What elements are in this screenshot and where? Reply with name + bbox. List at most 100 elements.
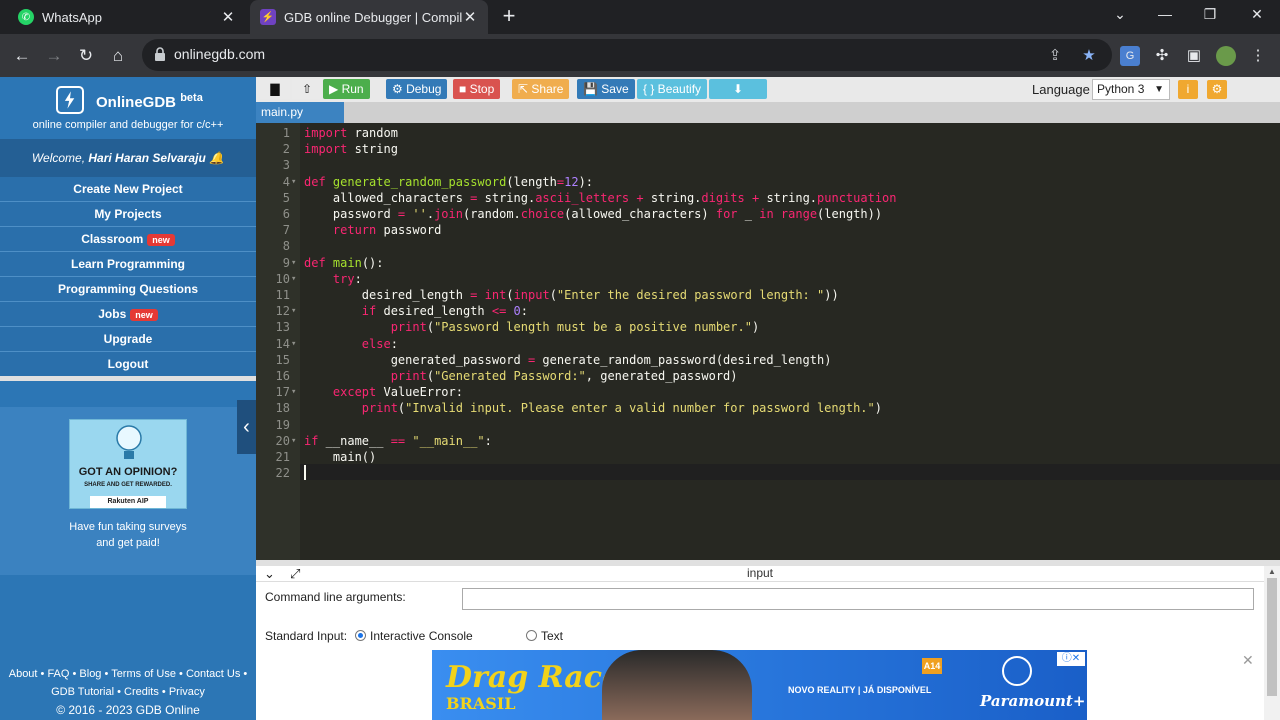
close-icon[interactable]: ✕ xyxy=(462,8,478,26)
sidebar-item-jobs[interactable]: Jobs new xyxy=(0,302,256,327)
tab-whatsapp[interactable]: ✆ WhatsApp ✕ xyxy=(8,0,246,34)
code-editor[interactable]: 1 2 3 4 ▾ 5 6 7 8 9 ▾ 10 ▾ 11 12 ▾ 13 14 ▾ 15… xyxy=(256,123,1280,560)
new-badge: new xyxy=(147,234,175,246)
footer-links[interactable]: About • FAQ • Blog • Terms of Use • Cont… xyxy=(0,665,256,683)
sidebar-item-upgrade[interactable]: Upgrade xyxy=(0,327,256,352)
username: Hari Haran Selvaraju xyxy=(88,151,206,165)
extensions-icon[interactable]: ✣ xyxy=(1152,46,1172,66)
whatsapp-icon: ✆ xyxy=(18,9,34,25)
bolt-icon xyxy=(56,86,84,114)
chevron-down-icon[interactable]: ⌄ xyxy=(1110,6,1130,23)
sidebar-menu: Create New Project My Projects Classroom… xyxy=(0,177,256,377)
upload-icon[interactable]: ⇧ xyxy=(292,79,322,99)
ad-image[interactable]: GOT AN OPINION? SHARE AND GET REWARDED. … xyxy=(69,419,187,509)
translate-icon[interactable]: G xyxy=(1120,46,1140,66)
sidebar-item-my-projects[interactable]: My Projects xyxy=(0,202,256,227)
input-panel-title: input xyxy=(746,566,774,580)
sidebar-item-classroom[interactable]: Classroom new xyxy=(0,227,256,252)
debug-button[interactable]: ⚙ Debug xyxy=(386,79,448,99)
sidebar: OnlineGDB beta online compiler and debug… xyxy=(0,77,256,720)
welcome-bar: Welcome, Hari Haran Selvaraju 🔔 xyxy=(0,139,256,177)
new-file-icon[interactable]: ▇ xyxy=(260,79,290,99)
sidepanel-icon[interactable]: ▣ xyxy=(1184,46,1204,66)
reload-icon[interactable]: ↻ xyxy=(74,44,98,68)
share-icon[interactable]: ⇪ xyxy=(1046,47,1064,65)
url-text: onlinegdb.com xyxy=(174,46,266,62)
close-icon[interactable]: ✕ xyxy=(220,8,236,26)
paramount-logo xyxy=(1002,656,1032,686)
footer-links-2[interactable]: GDB Tutorial • Credits • Privacy xyxy=(0,683,256,701)
new-tab-button[interactable]: + xyxy=(498,5,520,28)
scrollbar-thumb[interactable] xyxy=(1267,578,1277,696)
banner-brand: Paramount+ xyxy=(980,692,1086,710)
close-window-icon[interactable]: ✕ xyxy=(1247,6,1267,23)
language-select[interactable]: Python 3 ▼ xyxy=(1092,79,1170,100)
chevron-down-icon: ▼ xyxy=(1154,84,1164,95)
file-tabs: main.py xyxy=(256,102,1280,123)
text-label[interactable]: Text xyxy=(541,629,563,643)
gear-icon[interactable]: ⚙ xyxy=(1207,80,1227,99)
menu-icon[interactable]: ⋮ xyxy=(1248,46,1268,66)
cmd-args-input[interactable] xyxy=(462,588,1254,610)
share-button[interactable]: ⇱ Share xyxy=(512,79,570,99)
copyright: © 2016 - 2023 GDB Online xyxy=(56,703,200,717)
tab-main-py[interactable]: main.py xyxy=(256,102,344,123)
brand-tagline: online compiler and debugger for c/c++ xyxy=(32,119,224,131)
tab-gdb[interactable]: ⚡ GDB online Debugger | Compiler ✕ xyxy=(250,0,488,34)
lightbulb-icon xyxy=(116,425,142,459)
beautify-button[interactable]: { } Beautify xyxy=(637,79,708,99)
close-icon[interactable]: ✕ xyxy=(1242,652,1254,669)
new-badge: new xyxy=(130,309,158,321)
divider xyxy=(0,376,256,381)
tab-title: GDB online Debugger | Compiler xyxy=(284,9,462,25)
banner-tagline: NOVO REALITY | JÁ DISPONÍVEL xyxy=(788,685,932,695)
lock-icon xyxy=(155,47,165,61)
interactive-console-label[interactable]: Interactive Console xyxy=(370,629,473,643)
sidebar-footer: About • FAQ • Blog • Terms of Use • Cont… xyxy=(0,665,256,719)
stop-button[interactable]: ■ Stop xyxy=(453,79,501,99)
scroll-up-icon[interactable]: ▲ xyxy=(1268,567,1276,576)
download-icon[interactable]: ⬇ xyxy=(709,79,767,99)
sidebar-item-logout[interactable]: Logout xyxy=(0,352,256,377)
ad-banner[interactable]: Drag Race BRASIL NOVO REALITY | JÁ DISPO… xyxy=(432,650,1087,720)
avatar[interactable] xyxy=(1216,46,1236,66)
ad-text: Have fun taking surveys and get paid! xyxy=(69,521,187,549)
star-icon[interactable]: ★ xyxy=(1080,47,1098,65)
forward-icon[interactable]: → xyxy=(42,44,66,68)
bell-icon[interactable]: 🔔 xyxy=(209,151,224,165)
tab-title: WhatsApp xyxy=(42,9,102,25)
banner-title: Drag Race xyxy=(446,660,622,695)
run-button[interactable]: ▶ Run xyxy=(323,79,370,99)
sidebar-item-learn-programming[interactable]: Learn Programming xyxy=(0,252,256,277)
back-icon[interactable]: ← xyxy=(10,44,34,68)
scrollbar[interactable]: ▲ xyxy=(1264,566,1280,720)
sidebar-item-create-new-project[interactable]: Create New Project xyxy=(0,177,256,202)
active-line xyxy=(300,464,1280,480)
home-icon[interactable]: ⌂ xyxy=(106,44,130,68)
text-cursor xyxy=(304,465,306,480)
brand[interactable]: OnlineGDB beta online compiler and debug… xyxy=(0,77,256,139)
cmd-args-label: Command line arguments: xyxy=(265,590,406,604)
banner-image xyxy=(602,650,752,720)
radio-text[interactable] xyxy=(526,630,537,641)
restore-icon[interactable]: ❐ xyxy=(1200,6,1220,23)
ad-close-icon[interactable]: ⓘ✕ xyxy=(1057,652,1085,666)
sidebar-ad[interactable]: GOT AN OPINION? SHARE AND GET REWARDED. … xyxy=(0,407,256,575)
browser-tabstrip: ✆ WhatsApp ✕ ⚡ GDB online Debugger | Com… xyxy=(0,0,1280,34)
input-panel-header: ⌄ ⤢ input xyxy=(256,566,1264,582)
radio-interactive-console[interactable] xyxy=(355,630,366,641)
info-icon[interactable]: i xyxy=(1178,80,1198,99)
save-button[interactable]: 💾 Save xyxy=(577,79,635,99)
sidebar-item-programming-questions[interactable]: Programming Questions xyxy=(0,277,256,302)
address-bar[interactable]: onlinegdb.com ⇪ ★ xyxy=(142,39,1112,71)
editor-toolbar: ▇ ⇧ ▶ Run ⚙ Debug ■ Stop ⇱ Share 💾 Save … xyxy=(256,77,1280,102)
browser-toolbar: ← → ↻ ⌂ onlinegdb.com ⇪ ★ G ✣ ▣ ⋮ xyxy=(0,34,1280,77)
language-label: Language xyxy=(1032,82,1090,97)
minimize-icon[interactable]: — xyxy=(1155,6,1175,22)
gdb-icon: ⚡ xyxy=(260,9,276,25)
input-panel: ⌄ ⤢ input Command line arguments: Standa… xyxy=(256,566,1280,720)
stdin-label: Standard Input: xyxy=(265,629,348,643)
collapse-sidebar-button[interactable]: ‹ xyxy=(237,400,256,454)
brand-name: OnlineGDB beta xyxy=(96,92,203,111)
banner-subtitle: BRASIL xyxy=(446,694,516,713)
